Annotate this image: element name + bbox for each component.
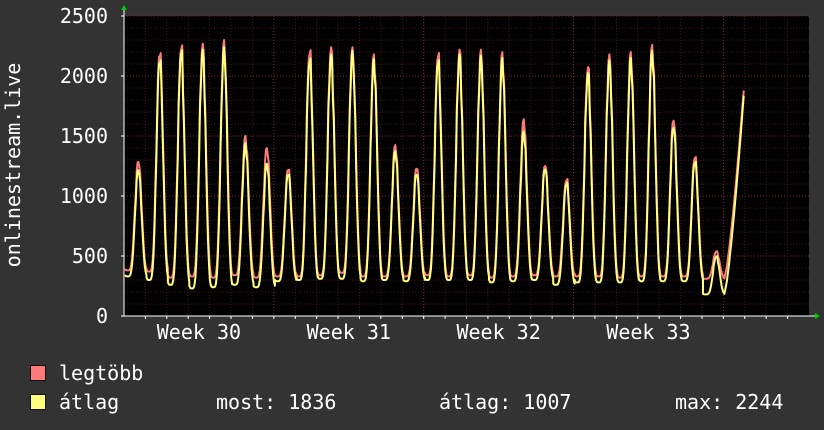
stat-average: átlag: 1007 bbox=[439, 390, 572, 414]
legend-item-avg: átlag most: 1836 átlag: 1007 max: 2244 bbox=[30, 391, 810, 413]
y-axis-arrow bbox=[121, 5, 127, 10]
legend-label-max: legtöbb bbox=[59, 361, 144, 385]
legend-label-avg: átlag bbox=[59, 390, 120, 414]
x-tick-label: Week 31 bbox=[307, 320, 391, 344]
y-tick-label: 1000 bbox=[60, 184, 108, 208]
y-tick-labels: 0 500 1000 1500 2000 2500 bbox=[60, 4, 108, 328]
chart: 05001000150020002500 Week 30 Week 31 Week … bbox=[1, 4, 820, 344]
stat-max: max: 2244 bbox=[675, 390, 784, 414]
y-tick-label: 1500 bbox=[60, 124, 108, 148]
x-tick-label: Week 32 bbox=[456, 320, 540, 344]
legend-swatch-max bbox=[30, 365, 46, 381]
y-tick-label: 2500 bbox=[60, 4, 108, 28]
y-tick-label: 2000 bbox=[60, 64, 108, 88]
x-axis-arrow bbox=[815, 313, 820, 319]
y-axis-label: onlinestream.live bbox=[1, 63, 25, 268]
x-tick-labels: Week 30 Week 31 Week 32 Week 33 bbox=[157, 320, 691, 344]
x-tick-label: Week 30 bbox=[157, 320, 241, 344]
y-tick-label: 0 bbox=[96, 304, 108, 328]
y-tick-label: 500 bbox=[72, 244, 108, 268]
x-tick-label: Week 33 bbox=[606, 320, 690, 344]
stat-current: most: 1836 bbox=[216, 390, 337, 414]
legend-swatch-avg bbox=[30, 394, 46, 410]
